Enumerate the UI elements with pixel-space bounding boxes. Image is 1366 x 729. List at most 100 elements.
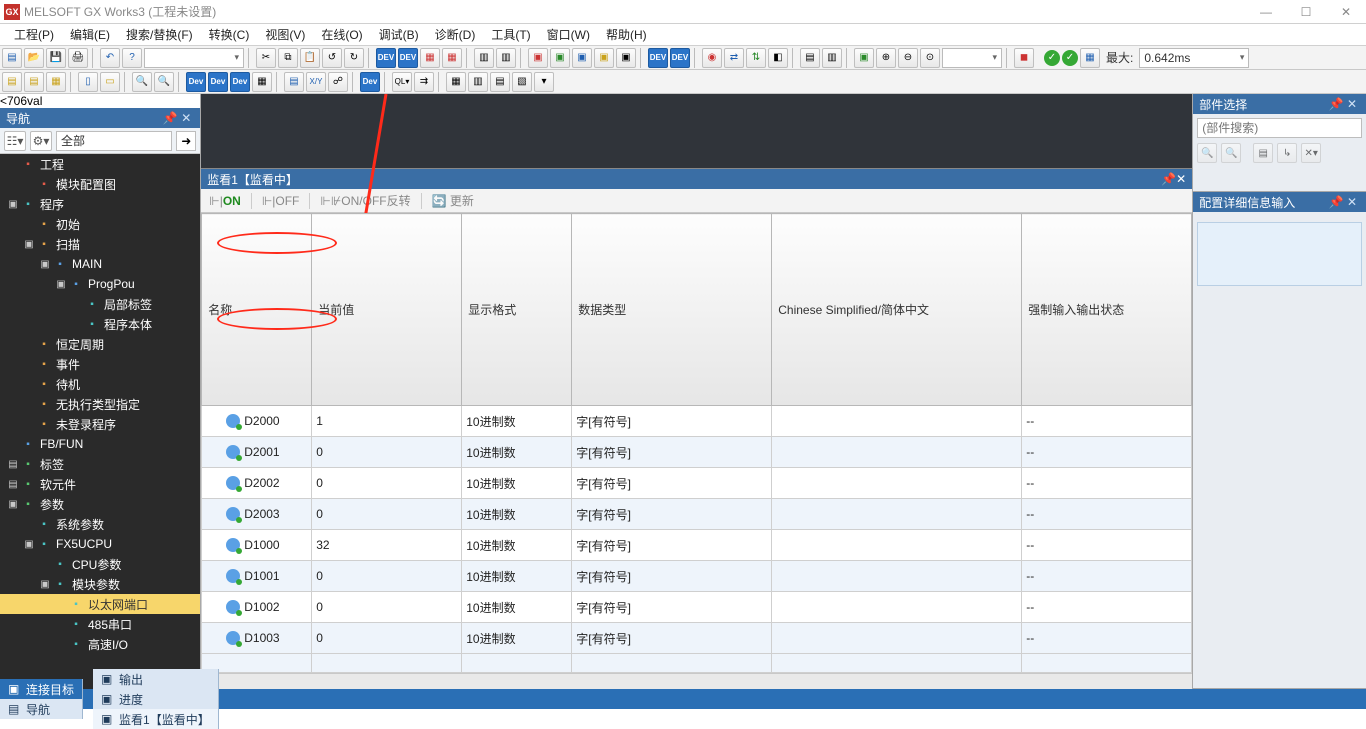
module2-icon[interactable]: ▥ (496, 48, 516, 68)
monitor-icon-5[interactable]: ▣ (616, 48, 636, 68)
expand-icon[interactable]: ▣ (6, 499, 20, 510)
pin-icon[interactable]: 📌 (1328, 195, 1344, 209)
watch-off-button[interactable]: ⊩|OFF (262, 194, 300, 208)
expand-icon[interactable]: ▣ (54, 279, 68, 290)
find-next-icon[interactable]: 🔍 (154, 72, 174, 92)
grid-btn-1[interactable]: ▦ (446, 72, 466, 92)
table-row[interactable]: D10003210进制数字[有符号]---- (202, 530, 1192, 561)
cell[interactable]: 0 (312, 499, 462, 530)
grid-btn-2[interactable]: ▥ (468, 72, 488, 92)
minimize-button[interactable]: — (1246, 0, 1286, 24)
dev-icon-3[interactable]: DEV (648, 48, 668, 68)
expand-icon[interactable]: ▸ (6, 439, 20, 450)
menu-item[interactable]: 搜索/替换(F) (118, 24, 201, 45)
cut-icon[interactable]: ✂ (256, 48, 276, 68)
cell[interactable]: -- (1022, 561, 1192, 592)
tree-item[interactable]: ▸▪无执行类型指定 (0, 394, 200, 414)
table-row[interactable]: D2003010进制数字[有符号]---- (202, 499, 1192, 530)
tree-item[interactable]: ▣▪FX5UCPU (0, 534, 200, 554)
navigation-header[interactable]: 导航 📌 ✕ (0, 108, 200, 128)
online-icon-4[interactable]: ◧ (768, 48, 788, 68)
cell[interactable]: 10进制数 (462, 437, 572, 468)
zoom-fit-icon[interactable]: ▣ (854, 48, 874, 68)
menu-item[interactable]: 诊断(D) (427, 24, 484, 45)
expand-icon[interactable]: ▣ (6, 199, 20, 210)
help-icon[interactable]: ? (122, 48, 142, 68)
tree-item[interactable]: ▸▪未登录程序 (0, 414, 200, 434)
cell[interactable]: D1000 (202, 530, 312, 561)
expand-icon[interactable]: ▸ (22, 359, 36, 370)
expand-icon[interactable]: ▸ (54, 639, 68, 650)
parts-header[interactable]: 部件选择 📌 ✕ (1193, 94, 1366, 114)
status-tab[interactable]: ▣ 输出 (93, 669, 219, 689)
undo-icon[interactable]: ↶ (100, 48, 120, 68)
cell[interactable]: D1003 (202, 623, 312, 654)
cell[interactable] (772, 437, 1022, 468)
cell[interactable]: 字[有符号] (572, 406, 772, 437)
grid-btn-4[interactable]: ▧ (512, 72, 532, 92)
tree-item[interactable]: ▸▪恒定周期 (0, 334, 200, 354)
pin-icon[interactable]: 📌 (1161, 172, 1176, 186)
cell[interactable]: -- (1022, 623, 1192, 654)
cell[interactable]: 10进制数 (462, 530, 572, 561)
zoom-in-icon[interactable]: ⊕ (876, 48, 896, 68)
parts-btn-1[interactable]: 🔍 (1197, 143, 1217, 163)
cell[interactable]: 0 (312, 468, 462, 499)
cell[interactable]: D2002 (202, 468, 312, 499)
parts-search-input[interactable] (1197, 118, 1362, 138)
expand-icon[interactable]: ▣ (38, 579, 52, 590)
tree-item[interactable]: ▣▪MAIN (0, 254, 200, 274)
misc-btn-2[interactable]: ▤ (284, 72, 304, 92)
tree-item[interactable]: ▸▪以太网端口 (0, 594, 200, 614)
column-header[interactable]: 名称 (202, 214, 312, 406)
expand-icon[interactable]: ▸ (22, 219, 36, 230)
paste-icon[interactable]: 📋 (300, 48, 320, 68)
menu-item[interactable]: 帮助(H) (598, 24, 655, 45)
filter-gear-icon[interactable]: ⚙▾ (30, 131, 52, 151)
build-icon[interactable]: ▦ (420, 48, 440, 68)
expand-icon[interactable]: ▸ (22, 339, 36, 350)
column-header[interactable]: 强制输入输出状态 (1022, 214, 1192, 406)
dev-icon-2[interactable]: DEV (398, 48, 418, 68)
watch-toggle-button[interactable]: ⊩⊮ON/OFF反转 (320, 192, 410, 209)
panel-close-icon[interactable]: ✕ (1176, 172, 1186, 186)
misc-btn-1[interactable]: ▦ (252, 72, 272, 92)
copy-icon[interactable]: ⧉ (278, 48, 298, 68)
stop-icon[interactable]: ◼ (1014, 48, 1034, 68)
monitor-icon-2[interactable]: ▣ (550, 48, 570, 68)
tree-item[interactable]: ▸▪CPU参数 (0, 554, 200, 574)
cell[interactable] (772, 592, 1022, 623)
layout-btn-2[interactable]: ▭ (100, 72, 120, 92)
status-device-icon[interactable]: ▦ (1080, 48, 1100, 68)
table-row[interactable]: D2001010进制数字[有符号]---- (202, 437, 1192, 468)
monitor-icon-4[interactable]: ▣ (594, 48, 614, 68)
monitor-icon-3[interactable]: ▣ (572, 48, 592, 68)
filter-tree-icon[interactable]: ☷▾ (4, 131, 26, 151)
print-icon[interactable]: 🖨 (68, 48, 88, 68)
cell[interactable]: 32 (312, 530, 462, 561)
expand-icon[interactable]: ▸ (22, 419, 36, 430)
filter-combo[interactable]: 全部 (56, 131, 172, 151)
cell[interactable]: -- (1022, 499, 1192, 530)
navigation-tree[interactable]: ▸▪工程▸▪模块配置图▣▪程序▸▪初始▣▪扫描▣▪MAIN▣▪ProgPou▸▪… (0, 154, 200, 689)
build-all-icon[interactable]: ▦ (442, 48, 462, 68)
expand-icon[interactable]: ▤ (6, 459, 20, 470)
maximize-button[interactable]: ☐ (1286, 0, 1326, 24)
cell[interactable] (772, 468, 1022, 499)
table-row[interactable]: D2000110进制数字[有符号]---- (202, 406, 1192, 437)
dev-icon-4[interactable]: DEV (670, 48, 690, 68)
tree-item[interactable]: ▸▪485串口 (0, 614, 200, 634)
tree-item[interactable]: ▸▪工程 (0, 154, 200, 174)
cell[interactable]: 字[有符号] (572, 623, 772, 654)
expand-icon[interactable]: ▣ (22, 539, 36, 550)
dev-icon-1[interactable]: DEV (376, 48, 396, 68)
expand-icon[interactable]: ▸ (6, 159, 20, 170)
table-row[interactable]: D1002010进制数字[有符号]---- (202, 592, 1192, 623)
cell[interactable]: D2000 (202, 406, 312, 437)
zoom-out-icon[interactable]: ⊖ (898, 48, 918, 68)
online-icon-2[interactable]: ⇄ (724, 48, 744, 68)
parts-btn-4[interactable]: ↳ (1277, 143, 1297, 163)
cell[interactable]: 字[有符号] (572, 499, 772, 530)
max-value-combo[interactable]: 0.642ms (1139, 48, 1249, 68)
cell[interactable]: 0 (312, 592, 462, 623)
